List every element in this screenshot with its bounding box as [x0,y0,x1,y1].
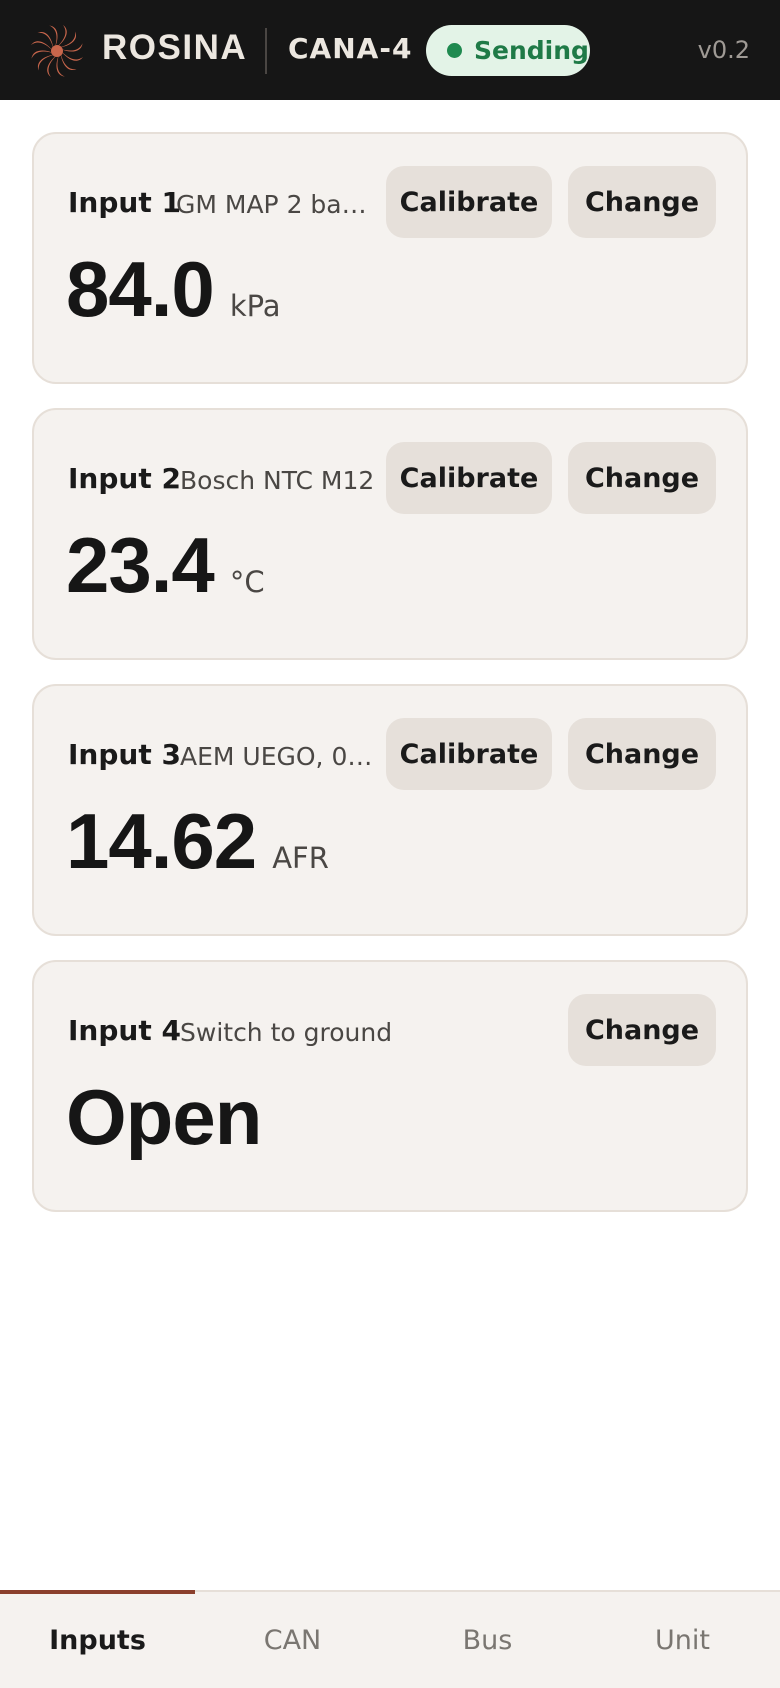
tab-unit[interactable]: Unit [585,1592,780,1688]
reading: 23.4 °C [66,520,265,611]
status-badge: Sending [426,25,590,76]
change-button[interactable]: Change [568,442,716,514]
input-card-3: Input 3 AEM UEGO, 0–... Calibrate Change… [32,684,748,936]
change-button[interactable]: Change [568,166,716,238]
tab-bus[interactable]: Bus [390,1592,585,1688]
reading-value: 84.0 [66,245,215,333]
input-label: Input 4 [68,1014,181,1047]
sensor-name: GM MAP 2 bar... [176,190,372,219]
device-name: CANA-4 [288,32,413,65]
status-dot-icon [447,43,462,58]
input-label: Input 1 [68,186,181,219]
reading-unit: °C [229,565,265,599]
reading-value: 14.62 [66,797,257,885]
input-card-2: Input 2 Bosch NTC M12 Calibrate Change 2… [32,408,748,660]
reading-unit: AFR [272,841,329,875]
input-label: Input 2 [68,462,181,495]
version-label: v0.2 [697,36,750,64]
brand-name: ROSINA [102,28,248,67]
calibrate-button[interactable]: Calibrate [386,442,552,514]
sensor-name: AEM UEGO, 0–... [180,742,380,771]
calibrate-button[interactable]: Calibrate [386,718,552,790]
calibrate-button[interactable]: Calibrate [386,166,552,238]
input-card-4: Input 4 Switch to ground Change Open [32,960,748,1212]
header-divider [265,28,267,74]
bottom-tab-bar: Inputs CAN Bus Unit [0,1590,780,1688]
status-text: Sending [474,36,589,65]
change-button[interactable]: Change [568,994,716,1066]
reading: Open [66,1072,262,1163]
reading-value: Open [66,1073,262,1161]
change-button[interactable]: Change [568,718,716,790]
tab-inputs[interactable]: Inputs [0,1592,195,1688]
tab-can[interactable]: CAN [195,1592,390,1688]
sensor-name: Switch to ground [180,1018,393,1047]
app-header: ROSINA CANA-4 Sending v0.2 [0,0,780,100]
reading: 14.62 AFR [66,796,329,887]
sensor-name: Bosch NTC M12 [180,466,375,495]
reading-value: 23.4 [66,521,215,609]
swirl-logo-icon [30,24,84,78]
reading-unit: kPa [229,289,281,323]
reading: 84.0 kPa [66,244,281,335]
input-card-1: Input 1 GM MAP 2 bar... Calibrate Change… [32,132,748,384]
input-label: Input 3 [68,738,181,771]
